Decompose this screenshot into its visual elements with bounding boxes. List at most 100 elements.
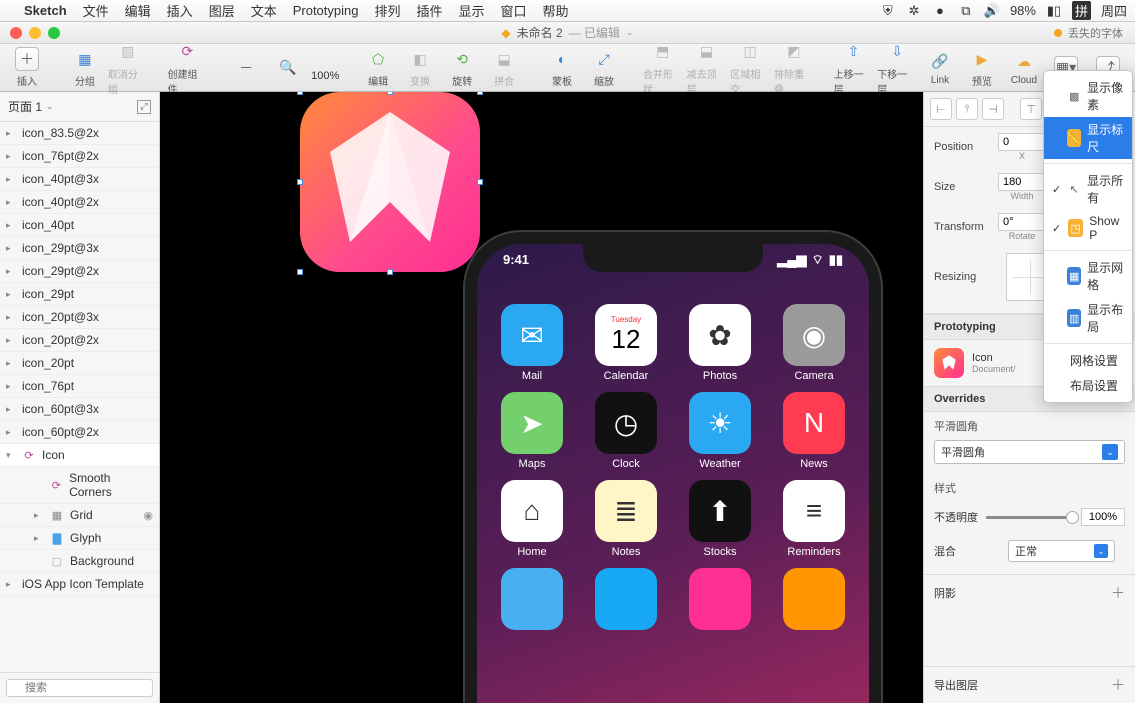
view-menu-item[interactable]: ✓↖显示所有 (1044, 168, 1132, 210)
view-menu-item[interactable]: 网格设置 (1044, 348, 1132, 373)
rotate-button[interactable]: ⟲旋转 (443, 47, 481, 88)
layer-row[interactable]: ▸icon_20pt@3x (0, 306, 159, 329)
layer-row[interactable]: ▸icon_76pt (0, 375, 159, 398)
align-right-button[interactable]: ⊣ (982, 98, 1004, 120)
disclosure-icon[interactable]: ▸ (6, 579, 16, 590)
menu-arrange[interactable]: 排列 (374, 1, 400, 20)
menu-text[interactable]: 文本 (251, 1, 277, 20)
volume-icon[interactable]: 🔊 (984, 3, 1000, 19)
create-symbol-button[interactable]: ⟳创建组件 (168, 40, 208, 96)
zoom-in-button[interactable]: 🔍 (269, 56, 307, 80)
difference-button[interactable]: ◩排除重叠 (774, 40, 814, 96)
menu-help[interactable]: 帮助 (543, 1, 569, 20)
disclosure-icon[interactable]: ▸ (6, 404, 16, 415)
rotate-input[interactable] (998, 213, 1046, 231)
date-day[interactable]: 周四 (1101, 1, 1127, 20)
disclosure-icon[interactable]: ▸ (6, 289, 16, 300)
link-button[interactable]: 🔗Link (921, 49, 959, 86)
visibility-icon[interactable]: ◉ (143, 509, 153, 522)
layer-row-selected[interactable]: ▾⟳Icon (0, 444, 159, 467)
disclosure-icon[interactable]: ▸ (6, 427, 16, 438)
size-width-input[interactable] (998, 173, 1046, 191)
align-left-button[interactable]: ⊢ (930, 98, 952, 120)
battery-icon[interactable]: ▮▯ (1046, 3, 1062, 19)
disclosure-icon[interactable]: ▸ (34, 510, 44, 521)
cloud-button[interactable]: ☁Cloud (1005, 49, 1043, 86)
minimize-window-button[interactable] (29, 27, 41, 39)
union-button[interactable]: ⬒合并形状 (643, 40, 683, 96)
resize-handle[interactable] (387, 269, 393, 275)
add-shadow-button[interactable]: ＋ (1111, 583, 1125, 603)
layer-row[interactable]: ▸icon_60pt@3x (0, 398, 159, 421)
disclosure-icon[interactable]: ▸ (6, 243, 16, 254)
title-dropdown-icon[interactable]: ⌄ (626, 27, 634, 38)
mask-button[interactable]: ◐蒙板 (543, 47, 581, 88)
disclosure-icon[interactable]: ▸ (6, 151, 16, 162)
layer-row[interactable]: ▸iOS App Icon Template (0, 573, 159, 596)
menu-file[interactable]: 文件 (83, 1, 109, 20)
layer-row[interactable]: ▸icon_29pt@2x (0, 260, 159, 283)
view-menu-item[interactable]: 📏显示标尺 (1044, 117, 1132, 159)
page-dropdown-icon[interactable]: ⌄ (46, 101, 54, 112)
flatten-button[interactable]: ⬓拼合 (485, 47, 523, 88)
ungroup-button[interactable]: ▨取消分组 (108, 40, 148, 96)
layer-row[interactable]: ▸▇Glyph (0, 527, 159, 550)
selected-icon-artboard[interactable] (300, 92, 480, 272)
shield-icon[interactable]: ⛨ (880, 3, 896, 19)
disclosure-icon[interactable]: ▸ (6, 197, 16, 208)
disclosure-icon[interactable]: ▸ (6, 335, 16, 346)
disclosure-icon[interactable]: ▾ (6, 450, 16, 461)
layer-row[interactable]: ▸icon_29pt@3x (0, 237, 159, 260)
menu-insert[interactable]: 插入 (167, 1, 193, 20)
insert-button[interactable]: ＋插入 (8, 47, 46, 88)
close-window-button[interactable] (10, 27, 22, 39)
add-export-button[interactable]: ＋ (1111, 675, 1125, 695)
menu-window[interactable]: 窗口 (501, 1, 527, 20)
layer-row[interactable]: ▸icon_83.5@2x (0, 122, 159, 145)
scale-button[interactable]: ⤢缩放 (585, 47, 623, 88)
layer-row[interactable]: ▸icon_29pt (0, 283, 159, 306)
layer-row[interactable]: ▸icon_20pt@2x (0, 329, 159, 352)
resize-handle[interactable] (477, 92, 483, 95)
app-menu[interactable]: Sketch (24, 3, 67, 18)
resize-handle[interactable] (477, 179, 483, 185)
resize-handle[interactable] (297, 92, 303, 95)
disclosure-icon[interactable]: ▸ (6, 174, 16, 185)
menu-view[interactable]: 显示 (459, 1, 485, 20)
layer-row[interactable]: ▸icon_20pt (0, 352, 159, 375)
disclosure-icon[interactable]: ▸ (6, 128, 16, 139)
qq-icon[interactable]: ● (932, 3, 948, 19)
disclosure-icon[interactable]: ▸ (6, 266, 16, 277)
edit-button[interactable]: ⬠编辑 (359, 47, 397, 88)
align-top-button[interactable]: ⊤ (1020, 98, 1042, 120)
layer-row[interactable]: ▸icon_76pt@2x (0, 145, 159, 168)
layer-row[interactable]: ▸icon_40pt@2x (0, 191, 159, 214)
transform-button[interactable]: ◧变换 (401, 47, 439, 88)
wifi-icon[interactable]: ⧉ (958, 3, 974, 19)
forward-button[interactable]: ⇧上移一层 (834, 40, 874, 96)
disclosure-icon[interactable]: ▸ (6, 220, 16, 231)
menu-plugins[interactable]: 插件 (417, 1, 443, 20)
opacity-slider[interactable] (986, 516, 1073, 519)
blend-mode-select[interactable]: 正常 ⌄ (1008, 540, 1115, 562)
fan-icon[interactable]: ✲ (906, 3, 922, 19)
resize-handle[interactable] (387, 92, 393, 95)
missing-fonts-label[interactable]: 丢失的字体 (1068, 25, 1123, 41)
disclosure-icon[interactable]: ▸ (6, 312, 16, 323)
override-smooth-select[interactable]: 平滑圆角 ⌄ (934, 440, 1125, 464)
subtract-button[interactable]: ⬓减去顶层 (687, 40, 727, 96)
pages-header[interactable]: 页面 1 ⌄ ⤢ (0, 92, 159, 122)
menu-prototyping[interactable]: Prototyping (293, 3, 359, 18)
export-section[interactable]: 导出图层 ＋ (924, 666, 1135, 703)
canvas[interactable]: 9:41 ▂▄▆ ⌔ ▮▮ ✉MailTuesday12Calendar✿Pho… (160, 92, 923, 703)
zoom-out-button[interactable]: － (227, 56, 265, 80)
disclosure-icon[interactable]: ▸ (6, 381, 16, 392)
view-menu-item[interactable]: ✓◳Show P (1044, 210, 1132, 246)
view-menu-item[interactable]: ▥显示布局 (1044, 297, 1132, 339)
layer-search-input[interactable] (6, 679, 153, 697)
layer-row[interactable]: ▢Background (0, 550, 159, 573)
view-menu-item[interactable]: 布局设置 (1044, 373, 1132, 398)
resize-handle[interactable] (297, 269, 303, 275)
group-button[interactable]: ▦分组 (66, 47, 104, 88)
view-menu-item[interactable]: ▩显示像素 (1044, 75, 1132, 117)
